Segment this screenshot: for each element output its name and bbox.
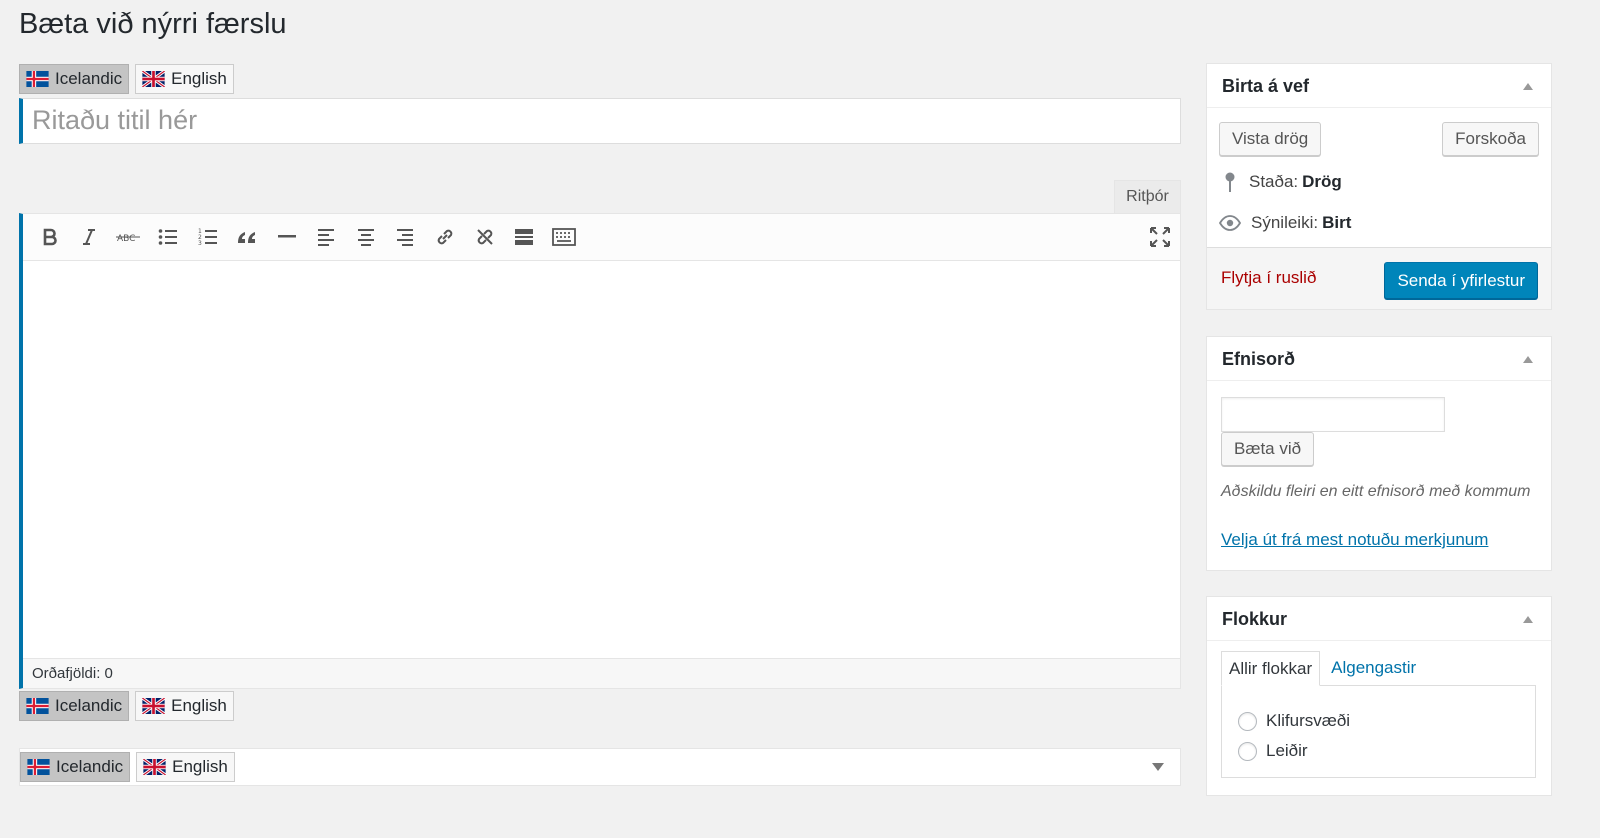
tags-box-title: Efnisorð <box>1222 349 1296 369</box>
save-draft-button[interactable]: Vista drög <box>1219 122 1322 156</box>
language-label: Icelandic <box>55 696 123 715</box>
radio-button[interactable] <box>1238 711 1257 731</box>
language-button-english[interactable]: English <box>135 64 234 94</box>
caret-up-icon[interactable] <box>1523 356 1533 363</box>
content-editor: ABC 123 Orðafjöldi: 0 <box>19 213 1181 689</box>
caret-up-icon[interactable] <box>1523 616 1533 623</box>
align-right-icon[interactable] <box>392 224 418 250</box>
pin-icon <box>1225 172 1235 192</box>
caret-up-icon[interactable] <box>1523 83 1533 90</box>
language-label: Icelandic <box>56 757 124 776</box>
horizontal-rule-icon[interactable] <box>274 224 300 250</box>
category-label: Leiðir <box>1266 741 1308 760</box>
category-box-title: Flokkur <box>1222 609 1288 629</box>
numbered-list-icon[interactable]: 123 <box>195 224 221 250</box>
caret-down-icon[interactable] <box>1152 763 1164 771</box>
tags-howto: Aðskildu fleiri en eitt efnisorð með kom… <box>1221 483 1531 500</box>
uk-flag-icon <box>143 759 167 775</box>
radio-button[interactable] <box>1238 741 1257 761</box>
category-box: Flokkur Allir flokkar Algengastir Klifur… <box>1206 596 1552 796</box>
collapsed-metabox: Icelandic English <box>19 748 1181 786</box>
language-button-icelandic[interactable]: Icelandic <box>20 752 131 782</box>
uk-flag-icon <box>142 698 166 714</box>
language-label: English <box>171 696 227 715</box>
move-to-trash-link[interactable]: Flytja í ruslið <box>1221 268 1316 288</box>
align-center-icon[interactable] <box>353 224 379 250</box>
category-label: Klifursvæði <box>1266 711 1351 730</box>
status-row: Staða: Drög <box>1221 171 1342 193</box>
publish-box-title: Birta á vef <box>1222 76 1310 96</box>
metabox-language-switcher: Icelandic English <box>20 752 235 782</box>
tags-box-header[interactable]: Efnisorð <box>1207 337 1551 381</box>
list-item[interactable]: Leiðir <box>1238 736 1519 766</box>
content-language-switcher: Icelandic English <box>19 691 234 721</box>
bold-icon[interactable] <box>37 224 63 250</box>
tags-box: Efnisorð Bæta við Aðskildu fleiri en eit… <box>1206 336 1552 571</box>
bullet-list-icon[interactable] <box>155 224 181 250</box>
page-title: Bæta við nýrri færslu <box>19 8 287 40</box>
language-button-english[interactable]: English <box>135 691 234 721</box>
uk-flag-icon <box>142 71 166 87</box>
tab-visual-editor[interactable]: Ritþór <box>1114 180 1181 214</box>
add-tag-button[interactable]: Bæta við <box>1221 432 1315 466</box>
blockquote-icon[interactable] <box>234 224 260 250</box>
link-icon[interactable] <box>432 224 458 250</box>
unlink-icon[interactable] <box>472 224 498 250</box>
iceland-flag-icon <box>27 759 50 775</box>
language-button-icelandic[interactable]: Icelandic <box>19 64 130 94</box>
italic-icon[interactable] <box>76 224 102 250</box>
svg-text:3: 3 <box>198 240 202 246</box>
iceland-flag-icon <box>26 71 49 87</box>
svg-text:ABC: ABC <box>117 234 135 244</box>
language-button-english[interactable]: English <box>136 752 235 782</box>
status-value: Drög <box>1302 172 1342 191</box>
iceland-flag-icon <box>26 698 49 714</box>
category-box-header[interactable]: Flokkur <box>1207 597 1551 641</box>
language-label: Icelandic <box>55 69 123 88</box>
fullscreen-icon[interactable] <box>1147 224 1173 250</box>
toolbar-toggle-icon[interactable] <box>551 224 577 250</box>
align-left-icon[interactable] <box>313 224 339 250</box>
language-label: English <box>172 757 228 776</box>
submit-for-review-button[interactable]: Senda í yfirlestur <box>1384 262 1538 299</box>
tab-most-used[interactable]: Algengastir <box>1320 651 1423 686</box>
editor-toolbar: ABC 123 <box>23 214 1180 261</box>
word-count: Orðafjöldi: 0 <box>23 658 1180 688</box>
language-button-icelandic[interactable]: Icelandic <box>19 691 130 721</box>
list-item[interactable]: Klifursvæði <box>1238 706 1519 736</box>
category-tabs: Allir flokkar Algengastir <box>1221 651 1423 686</box>
editor-content-area[interactable] <box>23 261 1180 661</box>
visibility-label: Sýnileiki: <box>1251 213 1319 232</box>
preview-button[interactable]: Forskoða <box>1442 122 1539 156</box>
major-publishing-actions: Flytja í ruslið Senda í yfirlestur <box>1207 247 1551 309</box>
tab-all-categories[interactable]: Allir flokkar <box>1221 651 1321 686</box>
language-label: English <box>171 69 227 88</box>
choose-popular-tags-link[interactable]: Velja út frá mest notuðu merkjunum <box>1221 530 1488 550</box>
status-label: Staða: <box>1249 172 1299 191</box>
category-list: Klifursvæði Leiðir <box>1221 685 1536 778</box>
new-tag-input[interactable] <box>1221 397 1445 432</box>
title-language-switcher: Icelandic English <box>19 64 234 94</box>
visibility-value: Birt <box>1322 213 1352 232</box>
post-title-input[interactable]: Ritaðu titil hér <box>19 98 1181 144</box>
publish-box-header[interactable]: Birta á vef <box>1207 64 1551 108</box>
publish-box: Birta á vef Vista drög Forskoða Staða: D… <box>1206 63 1552 310</box>
strikethrough-icon[interactable]: ABC <box>115 224 141 250</box>
visibility-row: Sýnileiki: Birt <box>1219 213 1351 233</box>
read-more-icon[interactable] <box>511 224 537 250</box>
eye-icon <box>1219 215 1241 231</box>
